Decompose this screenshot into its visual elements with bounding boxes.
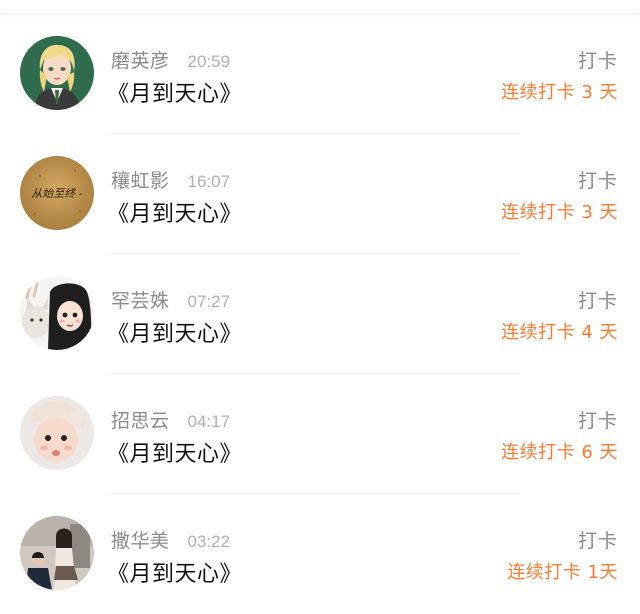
entry-meta: 磨英彦 20:59 (111, 46, 231, 73)
user-name[interactable]: 磨英彦 (111, 46, 170, 73)
list-item[interactable]: 撒华美 03:22 《月到天心》 打卡 连续打卡 1天 (0, 494, 640, 614)
checkin-time: 07:27 (187, 292, 231, 311)
entry-meta: 罕芸姝 07:27 (111, 286, 231, 313)
couple-photo-avatar-icon (20, 516, 94, 590)
cartoon-girl-cat-avatar-icon (20, 276, 94, 350)
avatar[interactable]: 从始至终 - (20, 156, 94, 230)
avatar[interactable] (20, 276, 94, 350)
entry-meta: 穰虹影 16:07 (111, 166, 231, 193)
book-title[interactable]: 《月到天心》 (107, 316, 242, 348)
checkin-label: 打卡 (577, 530, 618, 552)
streak-text: 连续打卡 6 天 (501, 442, 618, 463)
checkin-time: 16:07 (187, 172, 231, 191)
user-name[interactable]: 撒华美 (111, 526, 170, 553)
checkin-list: 磨英彦 20:59 《月到天心》 打卡 连续打卡 3 天 从始至终 - 穰虹影 … (0, 14, 640, 614)
checkin-time: 03:22 (187, 532, 231, 551)
entry-meta: 撒华美 03:22 (111, 526, 231, 553)
user-name[interactable]: 招思云 (111, 406, 170, 433)
list-item[interactable]: 从始至终 - 穰虹影 16:07 《月到天心》 打卡 连续打卡 3 天 (0, 134, 640, 254)
streak-text: 连续打卡 3 天 (501, 202, 618, 223)
cartoon-girl-avatar-icon (20, 36, 94, 110)
list-item[interactable]: 罕芸姝 07:27 《月到天心》 打卡 连续打卡 4 天 (0, 254, 640, 374)
text-avatar-icon: 从始至终 - (20, 156, 94, 230)
list-item[interactable]: 磨英彦 20:59 《月到天心》 打卡 连续打卡 3 天 (0, 14, 640, 134)
checkin-label: 打卡 (577, 410, 618, 432)
book-title[interactable]: 《月到天心》 (107, 436, 242, 468)
streak-text: 连续打卡 4 天 (501, 322, 618, 343)
baby-photo-avatar-icon (20, 396, 94, 470)
entry-meta: 招思云 04:17 (111, 406, 231, 433)
streak-text: 连续打卡 3 天 (501, 82, 618, 103)
checkin-label: 打卡 (577, 290, 618, 312)
user-name[interactable]: 穰虹影 (111, 166, 170, 193)
checkin-time: 20:59 (187, 52, 231, 71)
checkin-label: 打卡 (577, 50, 618, 72)
book-title[interactable]: 《月到天心》 (107, 196, 242, 228)
book-title[interactable]: 《月到天心》 (107, 556, 242, 588)
checkin-label: 打卡 (577, 170, 618, 192)
list-item[interactable]: 招思云 04:17 《月到天心》 打卡 连续打卡 6 天 (0, 374, 640, 494)
svg-text:从始至终 -: 从始至终 - (31, 187, 82, 200)
avatar[interactable] (20, 516, 94, 590)
user-name[interactable]: 罕芸姝 (111, 286, 170, 313)
book-title[interactable]: 《月到天心》 (107, 76, 242, 108)
checkin-time: 04:17 (187, 412, 231, 431)
streak-text: 连续打卡 1天 (507, 562, 618, 583)
avatar[interactable] (20, 36, 94, 110)
avatar[interactable] (20, 396, 94, 470)
top-card-edge (0, 0, 640, 14)
